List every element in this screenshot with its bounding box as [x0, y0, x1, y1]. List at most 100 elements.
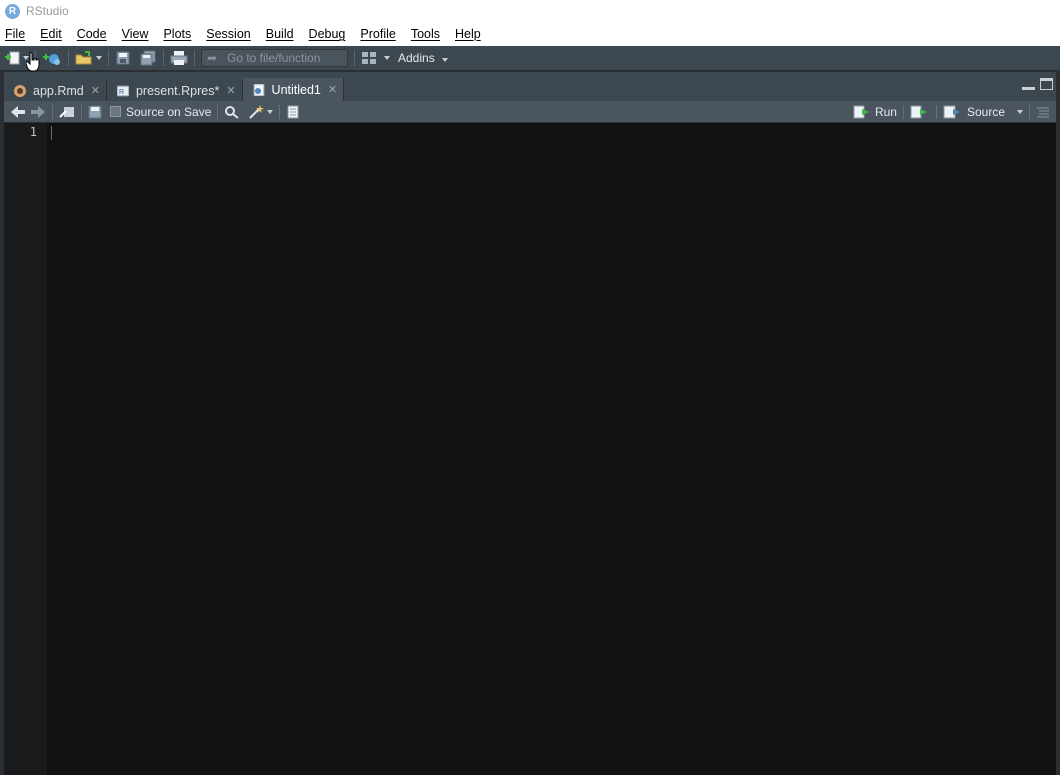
- text-cursor: [51, 126, 52, 140]
- toolbar-separator: [68, 50, 69, 66]
- source-label: Source: [966, 105, 1005, 119]
- arrow-left-icon: [11, 105, 25, 118]
- main-toolbar: ➦ Go to file/function Addins: [0, 46, 1060, 71]
- go-to-placeholder: Go to file/function: [227, 51, 321, 65]
- save-all-button[interactable]: [139, 48, 157, 68]
- close-tab-icon[interactable]: ✕: [226, 84, 235, 97]
- tab-present-rpres[interactable]: R present.Rpres* ✕: [107, 80, 243, 101]
- new-file-icon: [5, 51, 20, 65]
- menu-session[interactable]: Session: [206, 27, 250, 41]
- new-project-button[interactable]: [42, 48, 62, 68]
- source-button[interactable]: Source: [943, 102, 1023, 122]
- source-on-save-label: Source on Save: [126, 104, 212, 119]
- addins-dropdown-icon: [441, 57, 448, 62]
- menu-help[interactable]: Help: [455, 27, 481, 41]
- run-lines-icon: [853, 105, 869, 119]
- go-forward-button[interactable]: [30, 102, 46, 122]
- open-folder-icon: [75, 51, 92, 65]
- compile-report-button[interactable]: [286, 102, 300, 122]
- minimize-pane-icon[interactable]: [1022, 78, 1035, 90]
- menu-tools[interactable]: Tools: [411, 27, 440, 41]
- toolbar-separator: [163, 50, 164, 66]
- rerun-button[interactable]: [910, 102, 930, 122]
- menu-code[interactable]: Code: [77, 27, 107, 41]
- save-icon: [116, 51, 130, 65]
- open-recent-dropdown-icon[interactable]: [96, 56, 102, 60]
- menu-debug[interactable]: Debug: [309, 27, 346, 41]
- source-dropdown-icon[interactable]: [1017, 110, 1023, 114]
- print-icon: [170, 51, 188, 65]
- line-number: 1: [29, 125, 37, 139]
- go-to-arrow-icon: ➦: [207, 51, 218, 65]
- menu-bar: File Edit Code View Plots Session Build …: [0, 22, 1060, 46]
- rscript-icon: [253, 83, 265, 96]
- source-on-save-toggle[interactable]: Source on Save: [110, 102, 211, 122]
- panes-dropdown-icon[interactable]: [384, 56, 390, 60]
- toolbar-separator: [194, 50, 195, 66]
- go-back-button[interactable]: [10, 102, 26, 122]
- workspace-panes-button[interactable]: [361, 48, 390, 68]
- menu-build[interactable]: Build: [266, 27, 294, 41]
- save-button[interactable]: [115, 48, 131, 68]
- code-tools-button[interactable]: [248, 102, 274, 122]
- save-all-icon: [140, 50, 156, 66]
- run-label: Run: [874, 105, 897, 119]
- source-file-icon: [943, 105, 960, 119]
- magnifier-icon: [225, 105, 240, 119]
- notebook-icon: [287, 105, 299, 118]
- rstudio-logo-icon: R: [5, 3, 20, 19]
- magic-wand-icon: [249, 104, 265, 119]
- outline-icon: [1037, 107, 1049, 118]
- addins-button[interactable]: Addins: [398, 51, 448, 65]
- save-current-file-button[interactable]: [88, 102, 102, 122]
- source-on-save-checkbox[interactable]: [110, 106, 121, 117]
- toolbar-separator: [279, 104, 281, 119]
- toolbar-separator: [81, 104, 82, 119]
- print-button[interactable]: [170, 48, 188, 68]
- popout-icon: [59, 106, 74, 118]
- maximize-pane-icon[interactable]: [1040, 78, 1053, 90]
- open-file-button[interactable]: [75, 48, 102, 68]
- svg-text:R: R: [119, 89, 124, 96]
- find-replace-button[interactable]: [224, 102, 240, 122]
- title-bar: R RStudio: [0, 0, 1060, 22]
- toolbar-separator: [108, 50, 109, 66]
- rpres-icon: R: [116, 85, 129, 96]
- editor-toolbar: Source on Save Run Source: [4, 101, 1056, 123]
- menu-view[interactable]: View: [122, 27, 149, 41]
- run-button[interactable]: Run: [853, 102, 897, 122]
- tab-app-rmd[interactable]: app.Rmd ✕: [4, 80, 107, 101]
- close-tab-icon[interactable]: ✕: [328, 83, 337, 96]
- toolbar-separator: [1029, 105, 1030, 119]
- editor-tab-bar: app.Rmd ✕ R present.Rpres* ✕ Untitled1 ✕: [4, 78, 1056, 101]
- toolbar-separator: [217, 104, 219, 119]
- rmarkdown-icon: [14, 84, 26, 97]
- close-tab-icon[interactable]: ✕: [91, 84, 100, 97]
- menu-edit[interactable]: Edit: [40, 27, 62, 41]
- editor-right-tools: Run Source: [853, 101, 1050, 123]
- new-project-icon: [43, 54, 60, 65]
- toolbar-separator: [935, 105, 937, 119]
- tab-untitled1[interactable]: Untitled1 ✕: [242, 78, 345, 101]
- grid-panes-icon: [362, 52, 376, 64]
- go-to-file-function-input[interactable]: ➦ Go to file/function: [201, 49, 348, 67]
- menu-plots[interactable]: Plots: [163, 27, 191, 41]
- menu-file[interactable]: File: [5, 27, 25, 41]
- tab-label: present.Rpres*: [135, 83, 220, 98]
- code-area[interactable]: [47, 123, 1056, 775]
- code-editor[interactable]: 1: [4, 123, 1056, 775]
- save-icon: [88, 105, 102, 118]
- menu-profile[interactable]: Profile: [360, 27, 395, 41]
- toolbar-separator: [902, 105, 904, 119]
- toolbar-separator: [354, 50, 355, 66]
- pane-window-controls: [1022, 78, 1053, 90]
- code-tools-dropdown-icon[interactable]: [267, 109, 274, 114]
- document-outline-button[interactable]: [1036, 102, 1050, 122]
- window-title: RStudio: [26, 4, 69, 18]
- tab-label: app.Rmd: [33, 83, 84, 98]
- rerun-icon: [910, 105, 927, 119]
- show-in-new-window-button[interactable]: [59, 102, 75, 122]
- hand-pointer-icon: [26, 52, 40, 72]
- arrow-right-icon: [31, 105, 45, 118]
- addins-label: Addins: [398, 51, 435, 65]
